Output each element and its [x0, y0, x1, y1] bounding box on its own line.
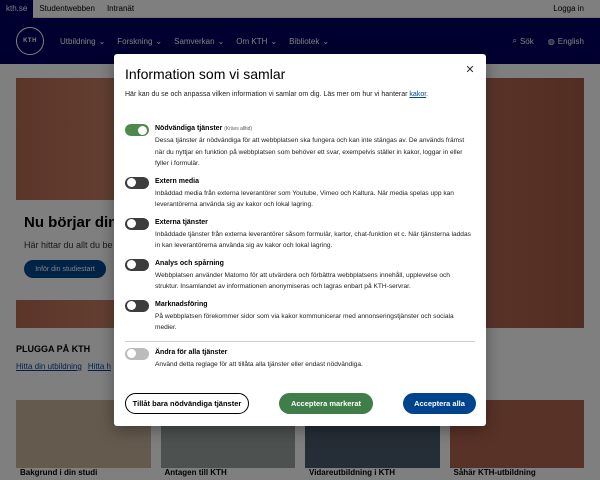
- cookies-link[interactable]: kakor: [409, 91, 426, 98]
- option-description: Inbäddade tjänster från externa leverant…: [155, 230, 471, 250]
- toggle-analytics[interactable]: [125, 258, 149, 271]
- toggle-marketing[interactable]: [125, 299, 149, 312]
- dialog-intro: Här kan du se och anpassa vilken informa…: [125, 91, 428, 98]
- accept-selected-button[interactable]: Acceptera markerat: [279, 393, 373, 414]
- allow-necessary-button[interactable]: Tillåt bara nödvändiga tjänster: [125, 393, 249, 414]
- option-title: Nödvändiga tjänster: [155, 125, 223, 132]
- required-note: (Krävs alltid): [224, 126, 253, 132]
- dialog-actions: Tillåt bara nödvändiga tjänster Accepter…: [125, 393, 476, 415]
- accept-all-button[interactable]: Acceptera alla: [403, 393, 476, 414]
- option-external-services: Externa tjänster Inbäddade tjänster från…: [125, 217, 475, 252]
- consent-options: Nödvändiga tjänster (Krävs alltid) Dessa…: [125, 124, 475, 377]
- toggle-knob: [127, 260, 136, 269]
- option-description: På webbplatsen förekommer sidor som via …: [155, 312, 454, 332]
- toggle-all-services[interactable]: [125, 347, 149, 360]
- option-external-media: Extern media Inbäddad media från externa…: [125, 176, 475, 211]
- dialog-title: Information som vi samlar: [125, 66, 286, 82]
- option-necessary: Nödvändiga tjänster (Krävs alltid) Dessa…: [125, 124, 475, 170]
- toggle-knob: [127, 219, 136, 228]
- option-description: Använd detta reglage för att tillåta all…: [155, 360, 363, 368]
- toggle-knob: [127, 178, 136, 187]
- option-title: Extern media: [155, 177, 199, 185]
- option-title: Externa tjänster: [155, 218, 208, 226]
- option-analytics: Analys och spårning Webbplatsen använder…: [125, 258, 475, 293]
- toggle-knob: [127, 349, 136, 358]
- toggle-external-services[interactable]: [125, 217, 149, 230]
- intro-text: Här kan du se och anpassa vilken informa…: [125, 91, 408, 98]
- option-description: Webbplatsen använder Matomo för att utvä…: [155, 271, 450, 291]
- intro-end: .: [426, 91, 429, 98]
- toggle-knob: [127, 301, 136, 310]
- toggle-external-media[interactable]: [125, 176, 149, 189]
- cookie-consent-dialog: Information som vi samlar ✕ Här kan du s…: [114, 54, 486, 426]
- close-icon[interactable]: ✕: [464, 64, 476, 76]
- toggle-knob: [138, 125, 147, 135]
- divider: [125, 340, 475, 342]
- option-marketing: Marknadsföring På webbplatsen förekommer…: [125, 299, 475, 334]
- option-title: Analys och spårning: [155, 259, 224, 267]
- option-title: Ändra för alla tjänster: [155, 348, 228, 356]
- option-description: Inbäddad media från externa leverantörer…: [155, 189, 454, 209]
- option-all-services: Ändra för alla tjänster Använd detta reg…: [125, 347, 475, 371]
- option-description: Dessa tjänster är nödvändiga för att web…: [155, 137, 465, 167]
- toggle-necessary[interactable]: [125, 124, 149, 136]
- option-title: Marknadsföring: [155, 300, 208, 308]
